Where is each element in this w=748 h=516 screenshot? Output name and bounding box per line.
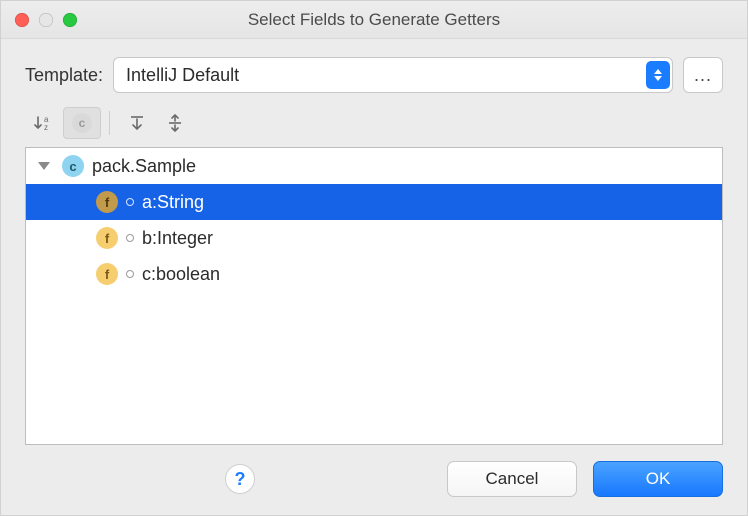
template-browse-button[interactable]: ... (683, 57, 723, 93)
tree-field-label: b:Integer (142, 228, 213, 249)
tree-root-label: pack.Sample (92, 156, 196, 177)
cancel-button[interactable]: Cancel (447, 461, 577, 497)
template-select-value: IntelliJ Default (126, 65, 239, 86)
sort-alpha-button[interactable]: a z (25, 107, 63, 139)
tree-field-row[interactable]: f c:boolean (26, 256, 722, 292)
collapse-all-button[interactable] (156, 107, 194, 139)
titlebar: Select Fields to Generate Getters (1, 1, 747, 39)
question-icon: ? (235, 469, 246, 490)
zoom-window-button[interactable] (63, 13, 77, 27)
dialog-window: Select Fields to Generate Getters Templa… (0, 0, 748, 516)
toolbar: a z c (25, 107, 723, 139)
template-label: Template: (25, 65, 103, 86)
field-icon: f (96, 263, 118, 285)
ok-button[interactable]: OK (593, 461, 723, 497)
tree-field-label: a:String (142, 192, 204, 213)
toolbar-separator (109, 111, 110, 135)
help-button[interactable]: ? (225, 464, 255, 494)
field-icon: f (96, 227, 118, 249)
minimize-window-button (39, 13, 53, 27)
window-controls (1, 13, 77, 27)
template-row: Template: IntelliJ Default ... (25, 57, 723, 93)
ok-button-label: OK (646, 469, 671, 489)
tree-field-row[interactable]: f b:Integer (26, 220, 722, 256)
dialog-content: Template: IntelliJ Default ... a z (1, 39, 747, 515)
expand-all-button[interactable] (118, 107, 156, 139)
cancel-button-label: Cancel (486, 469, 539, 489)
expand-all-icon (127, 113, 147, 133)
tree-field-row[interactable]: f a:String (26, 184, 722, 220)
visibility-icon (126, 198, 134, 206)
field-icon: f (96, 191, 118, 213)
close-window-button[interactable] (15, 13, 29, 27)
ellipsis-icon: ... (694, 65, 712, 86)
tree-field-label: c:boolean (142, 264, 220, 285)
field-tree[interactable]: c pack.Sample f a:String f b:Integer f c… (25, 147, 723, 445)
window-title: Select Fields to Generate Getters (1, 10, 747, 30)
chevron-updown-icon (646, 61, 670, 89)
show-classes-button[interactable]: c (63, 107, 101, 139)
visibility-icon (126, 234, 134, 242)
sort-alpha-icon: a z (34, 113, 54, 133)
visibility-icon (126, 270, 134, 278)
tree-root-row[interactable]: c pack.Sample (26, 148, 722, 184)
collapse-all-icon (165, 113, 185, 133)
dialog-footer: ? Cancel OK (25, 445, 723, 497)
template-select[interactable]: IntelliJ Default (113, 57, 673, 93)
class-badge-icon: c (72, 113, 92, 133)
svg-text:z: z (44, 123, 48, 132)
class-icon: c (62, 155, 84, 177)
disclosure-triangle-icon[interactable] (38, 162, 50, 170)
